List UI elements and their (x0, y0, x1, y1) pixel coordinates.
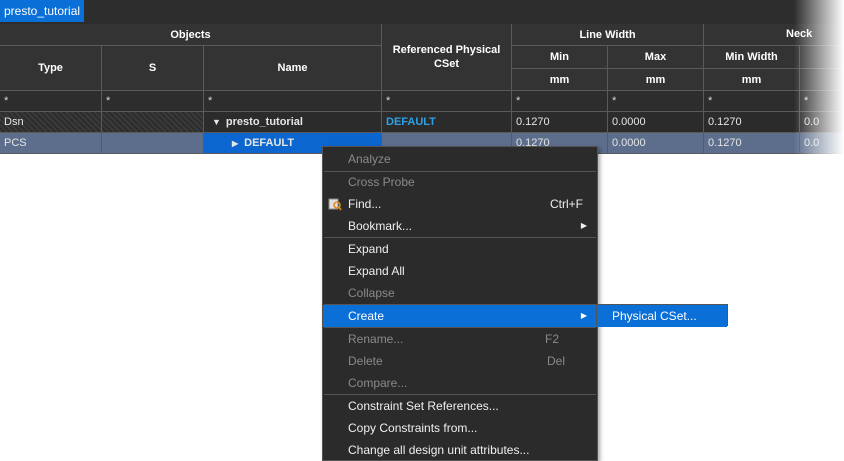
filter-s[interactable]: * (102, 91, 204, 112)
menu-item-bookmark-label: Bookmark... (348, 219, 413, 233)
find-icon (328, 198, 342, 211)
context-menu: Analyze Cross Probe Find... Ctrl+F Bookm… (322, 146, 598, 461)
menu-item-create-label: Create (348, 309, 385, 323)
menu-item-change-attributes[interactable]: Change all design unit attributes... (323, 439, 597, 461)
unit-lw-max: mm (608, 69, 704, 91)
menu-item-collapse[interactable]: Collapse (323, 282, 597, 304)
header-type[interactable]: Type (0, 46, 102, 91)
submenu-arrow-icon: ▶ (580, 311, 587, 320)
menu-item-delete-shortcut: Del (546, 354, 565, 368)
header-line-width: Line Width (512, 24, 704, 46)
table-row-dsn-s[interactable] (102, 112, 204, 133)
menu-item-rename-shortcut: F2 (544, 332, 559, 346)
unit-neck-min-width: mm (704, 69, 800, 91)
expanded-triangle-icon[interactable]: ▼ (212, 117, 221, 127)
header-lw-max[interactable]: Max (608, 46, 704, 69)
menu-item-create[interactable]: Create ▶ (323, 305, 597, 327)
header-name[interactable]: Name (204, 46, 382, 91)
collapsed-triangle-icon[interactable]: ▶ (232, 139, 238, 148)
table-row-pcs-neck-min[interactable]: 0.1270 (704, 133, 800, 154)
header-neck-min-width[interactable]: Min Width (704, 46, 800, 69)
menu-item-expand[interactable]: Expand (323, 238, 597, 260)
menu-item-cross-probe[interactable]: Cross Probe (323, 171, 597, 193)
filter-type[interactable]: * (0, 91, 102, 112)
menu-item-bookmark[interactable]: Bookmark... ▶ (323, 215, 597, 237)
menu-item-delete[interactable]: Delete Del (323, 350, 597, 372)
menu-item-copy-constraints[interactable]: Copy Constraints from... (323, 417, 597, 439)
header-lw-min[interactable]: Min (512, 46, 608, 69)
create-submenu: Physical CSet... (596, 304, 728, 327)
header-neck-label: Neck (786, 28, 813, 40)
menu-item-expand-all[interactable]: Expand All (323, 260, 597, 282)
table-row-pcs-lw-max[interactable]: 0.0000 (608, 133, 704, 154)
table-row-dsn-neck-min[interactable]: 0.1270 (704, 112, 800, 133)
header-s[interactable]: S (102, 46, 204, 91)
menu-item-constraint-set-references[interactable]: Constraint Set References... (323, 395, 597, 417)
header-neck-extra (800, 46, 844, 69)
header-neck: Neck (704, 24, 844, 46)
pcs-name-label: DEFAULT (244, 137, 295, 149)
filter-neck-min[interactable]: * (704, 91, 800, 112)
filter-ref-cset[interactable]: * (382, 91, 512, 112)
table-row-dsn-ref-cset[interactable]: DEFAULT (382, 112, 512, 133)
constraint-worksheet: presto_tutorial Objects Referenced Physi… (0, 0, 844, 154)
unit-lw-min: mm (512, 69, 608, 91)
table-row-dsn-name[interactable]: ▼ presto_tutorial (204, 112, 382, 133)
submenu-arrow-icon: ▶ (580, 221, 587, 230)
unit-neck-extra (800, 69, 844, 91)
header-referenced-physical-cset[interactable]: Referenced Physical CSet (382, 24, 512, 91)
menu-item-rename-label: Rename... (348, 332, 404, 346)
filter-neck-extra[interactable]: * (800, 91, 844, 112)
menu-item-find-shortcut: Ctrl+F (550, 197, 583, 211)
menu-item-analyze[interactable]: Analyze (323, 148, 597, 170)
menu-item-compare[interactable]: Compare... (323, 372, 597, 394)
menu-item-rename[interactable]: Rename... F2 (323, 328, 597, 350)
table-row-pcs-extra[interactable]: 0.0 (800, 133, 844, 154)
filter-name[interactable]: * (204, 91, 382, 112)
table-row-dsn-lw-max[interactable]: 0.0000 (608, 112, 704, 133)
tab-presto-tutorial[interactable]: presto_tutorial (0, 0, 85, 22)
table-row-dsn-lw-min[interactable]: 0.1270 (512, 112, 608, 133)
table-row-pcs-s[interactable] (102, 133, 204, 154)
dsn-name-label: presto_tutorial (225, 116, 303, 128)
header-objects: Objects (0, 24, 382, 46)
table-row-dsn-extra[interactable]: 0.0 (800, 112, 844, 133)
filter-lw-max[interactable]: * (608, 91, 704, 112)
menu-item-find[interactable]: Find... Ctrl+F (323, 193, 597, 215)
menu-item-find-label: Find... (348, 197, 382, 211)
menu-item-delete-label: Delete (348, 354, 383, 368)
submenu-item-physical-cset[interactable]: Physical CSet... (597, 305, 727, 327)
table-row-pcs-type[interactable]: PCS (0, 133, 102, 154)
table-row-dsn-type[interactable]: Dsn (0, 112, 102, 133)
filter-lw-min[interactable]: * (512, 91, 608, 112)
